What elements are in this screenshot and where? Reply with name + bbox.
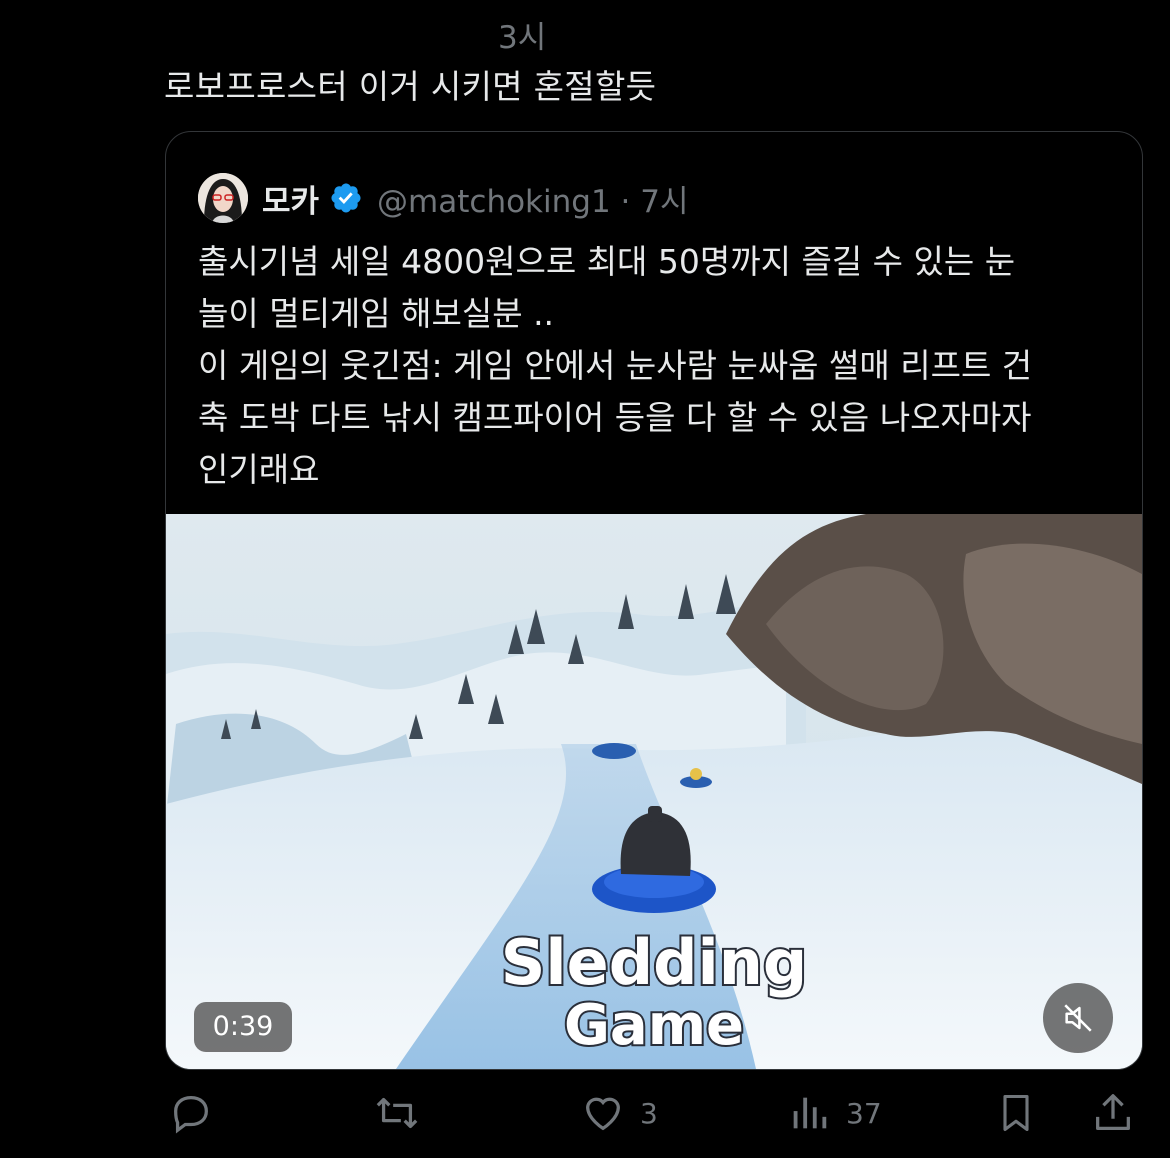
quote-body: 출시기념 세일 4800원으로 최대 50명까지 즐길 수 있는 눈 놀이 멀티… xyxy=(198,242,1033,489)
video-frame: Sledding Game xyxy=(166,514,1142,1069)
reply-button[interactable] xyxy=(168,1090,214,1136)
mute-button[interactable] xyxy=(1043,983,1113,1053)
heart-icon xyxy=(586,1097,620,1131)
muted-speaker-icon xyxy=(1064,1004,1092,1032)
views-count: 37 xyxy=(846,1096,882,1130)
timestamp[interactable]: 3시 xyxy=(498,12,546,57)
avatar[interactable] xyxy=(198,173,248,223)
bookmark-button[interactable] xyxy=(994,1090,1038,1136)
tweet-text: 로보프로스터 이거 시키면 혼절할듯 xyxy=(164,67,657,106)
game-logo-line1: Sledding xyxy=(501,926,808,999)
game-logo-line2: Game xyxy=(564,993,744,1058)
video-duration: 0:39 xyxy=(194,1002,292,1052)
verified-badge-icon xyxy=(331,183,361,213)
share-icon xyxy=(1096,1094,1130,1130)
display-name[interactable]: 모카 xyxy=(262,176,319,221)
retweet-icon xyxy=(376,1097,418,1129)
views-icon xyxy=(793,1097,827,1129)
handle-and-time[interactable]: @matchoking1 · 7시 xyxy=(377,176,688,221)
views-button[interactable]: 37 xyxy=(786,1090,882,1136)
bookmark-icon xyxy=(1003,1094,1029,1132)
retweet-button[interactable] xyxy=(372,1090,422,1136)
quote-header: 모카 @matchoking1 · 7시 xyxy=(198,172,688,224)
share-button[interactable] xyxy=(1090,1090,1136,1136)
like-count: 3 xyxy=(640,1096,658,1130)
action-bar: 3 37 xyxy=(0,1090,1170,1150)
like-button[interactable]: 3 xyxy=(580,1090,658,1136)
quote-tweet-card[interactable]: 모카 @matchoking1 · 7시 출시기념 세일 4800원으로 최대 … xyxy=(165,131,1143,1070)
reply-icon xyxy=(174,1096,208,1134)
video-player[interactable]: Sledding Game 0:39 xyxy=(166,514,1142,1069)
